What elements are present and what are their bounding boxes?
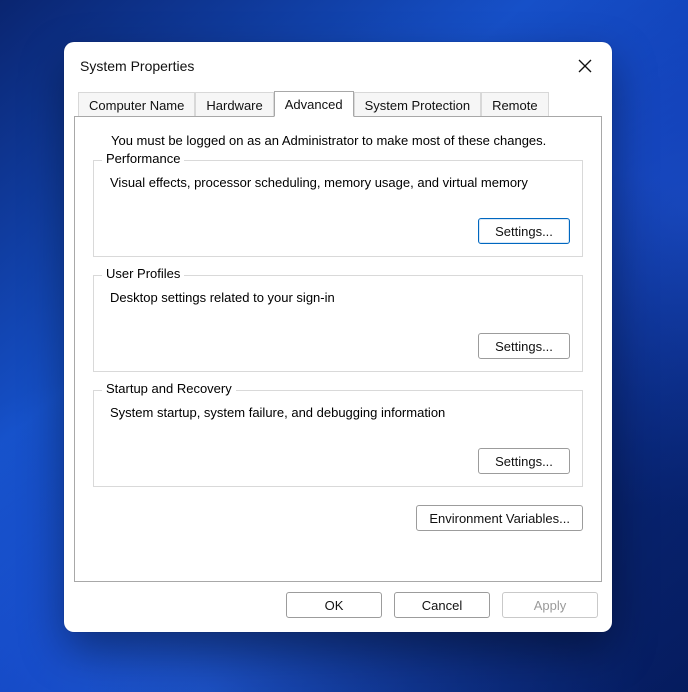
titlebar: System Properties bbox=[64, 42, 612, 84]
close-button[interactable] bbox=[570, 52, 600, 80]
window-title: System Properties bbox=[80, 58, 194, 74]
dialog-content: Computer Name Hardware Advanced System P… bbox=[64, 84, 612, 582]
group-legend-performance: Performance bbox=[102, 151, 184, 166]
performance-settings-button[interactable]: Settings... bbox=[478, 218, 570, 244]
group-performance: Performance Visual effects, processor sc… bbox=[93, 160, 583, 257]
group-user-profiles: User Profiles Desktop settings related t… bbox=[93, 275, 583, 372]
apply-button[interactable]: Apply bbox=[502, 592, 598, 618]
system-properties-dialog: System Properties Computer Name Hardware… bbox=[64, 42, 612, 632]
tab-strip: Computer Name Hardware Advanced System P… bbox=[74, 88, 602, 116]
tab-system-protection[interactable]: System Protection bbox=[354, 92, 482, 117]
user-profiles-desc: Desktop settings related to your sign-in bbox=[110, 290, 570, 305]
tab-computer-name[interactable]: Computer Name bbox=[78, 92, 195, 117]
tab-remote[interactable]: Remote bbox=[481, 92, 549, 117]
ok-button[interactable]: OK bbox=[286, 592, 382, 618]
group-legend-user-profiles: User Profiles bbox=[102, 266, 184, 281]
tab-advanced[interactable]: Advanced bbox=[274, 91, 354, 117]
performance-desc: Visual effects, processor scheduling, me… bbox=[110, 175, 570, 190]
tab-hardware[interactable]: Hardware bbox=[195, 92, 273, 117]
user-profiles-settings-button[interactable]: Settings... bbox=[478, 333, 570, 359]
environment-variables-button[interactable]: Environment Variables... bbox=[416, 505, 583, 531]
group-startup-recovery: Startup and Recovery System startup, sys… bbox=[93, 390, 583, 487]
startup-recovery-desc: System startup, system failure, and debu… bbox=[110, 405, 570, 420]
startup-recovery-settings-button[interactable]: Settings... bbox=[478, 448, 570, 474]
tabpanel-advanced: You must be logged on as an Administrato… bbox=[74, 116, 602, 582]
admin-intro-text: You must be logged on as an Administrato… bbox=[111, 133, 583, 148]
group-legend-startup-recovery: Startup and Recovery bbox=[102, 381, 236, 396]
cancel-button[interactable]: Cancel bbox=[394, 592, 490, 618]
close-icon bbox=[578, 59, 592, 73]
dialog-footer: OK Cancel Apply bbox=[64, 582, 612, 632]
